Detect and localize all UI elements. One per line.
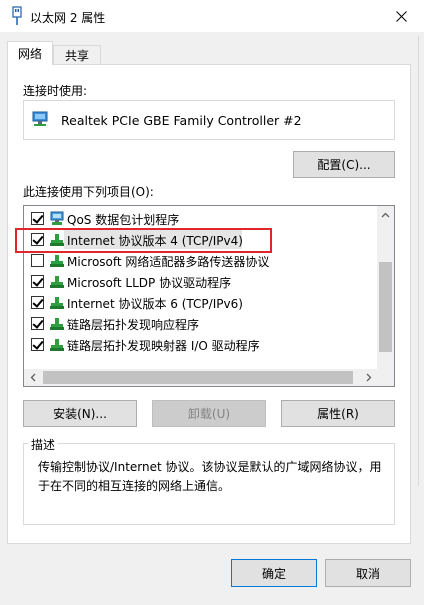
vertical-scrollbar[interactable] — [377, 206, 394, 369]
tab-network[interactable]: 网络 — [7, 41, 53, 65]
uninstall-button-label: 卸载(U) — [187, 407, 231, 421]
install-button[interactable]: 安装(N)... — [23, 400, 137, 427]
item-label: Microsoft 网络适配器多路传送器协议 — [67, 255, 270, 269]
scroll-right-arrow[interactable] — [360, 369, 377, 386]
configure-button[interactable]: 配置(C)... — [293, 151, 395, 178]
properties-button[interactable]: 属性(R) — [281, 400, 395, 427]
tab-sharing-label: 共享 — [64, 49, 89, 63]
network-protocol-icon — [50, 297, 64, 309]
tab-sharing[interactable]: 共享 — [53, 45, 101, 65]
title-bar: 以太网 2 属性 — [0, 0, 424, 32]
uninstall-button[interactable]: 卸载(U) — [152, 400, 266, 427]
horizontal-scrollbar[interactable] — [24, 369, 394, 386]
list-item[interactable]: 链路层拓扑发现响应程序 — [24, 313, 376, 334]
list-item[interactable]: Microsoft LLDP 协议驱动程序 — [24, 271, 376, 292]
window-title: 以太网 2 属性 — [30, 11, 106, 25]
ok-button[interactable]: 确定 — [231, 559, 317, 587]
network-protocol-icon — [50, 276, 64, 288]
item-label: Internet 协议版本 6 (TCP/IPv6) — [67, 297, 243, 311]
item-checkbox[interactable] — [31, 317, 44, 330]
scroll-left-arrow[interactable] — [24, 369, 41, 386]
item-checkbox[interactable] — [31, 338, 44, 351]
close-button[interactable] — [378, 0, 424, 32]
item-label: Microsoft LLDP 协议驱动程序 — [67, 276, 232, 290]
install-button-label: 安装(N)... — [53, 407, 107, 421]
network-protocol-icon — [50, 255, 64, 267]
scroll-up-arrow[interactable] — [377, 206, 394, 223]
item-label: 链路层拓扑发现响应程序 — [67, 318, 200, 332]
list-item[interactable]: QoS 数据包计划程序 — [24, 208, 376, 229]
item-checkbox[interactable] — [31, 212, 44, 225]
list-item[interactable]: 链路层拓扑发现映射器 I/O 驱动程序 — [24, 334, 376, 355]
horizontal-scroll-thumb[interactable] — [43, 371, 353, 384]
cancel-button-label: 取消 — [355, 566, 380, 581]
adapter-name: Realtek PCIe GBE Family Controller #2 — [61, 113, 302, 128]
item-label: QoS 数据包计划程序 — [67, 213, 180, 227]
properties-button-label: 属性(R) — [317, 407, 359, 421]
tab-network-label: 网络 — [17, 47, 42, 61]
list-item[interactable]: Microsoft 网络适配器多路传送器协议 — [24, 250, 376, 271]
network-protocol-icon — [50, 339, 64, 351]
chevron-left-icon — [30, 373, 35, 382]
cancel-button[interactable]: 取消 — [325, 559, 411, 587]
configure-button-label: 配置(C)... — [317, 158, 371, 172]
item-checkbox[interactable] — [31, 296, 44, 309]
item-checkbox[interactable] — [31, 275, 44, 288]
list-item[interactable]: Internet 协议版本 6 (TCP/IPv6) — [24, 292, 376, 313]
chevron-right-icon — [366, 373, 371, 382]
description-text: 传输控制协议/Internet 协议。该协议是默认的广域网络协议，用于在不同的相… — [38, 460, 382, 493]
chevron-up-icon — [381, 212, 390, 217]
vertical-scroll-thumb[interactable] — [379, 262, 392, 352]
window-edge — [418, 36, 419, 486]
ok-button-label: 确定 — [261, 566, 286, 581]
connect-using-label: 连接时使用: — [23, 84, 88, 98]
item-checkbox[interactable] — [31, 254, 44, 267]
description-title: 描述 — [28, 436, 59, 453]
highlight-annotation-box — [15, 228, 272, 253]
network-protocol-icon — [50, 318, 64, 330]
properties-dialog: 以太网 2 属性 网络 共享 连接时使用: Realtek PCIe GBE F… — [0, 0, 424, 605]
item-label: 链路层拓扑发现映射器 I/O 驱动程序 — [67, 339, 260, 353]
close-icon — [395, 10, 407, 22]
network-adapter-icon — [12, 6, 22, 25]
qos-scheduler-icon — [50, 211, 64, 225]
network-card-icon — [32, 111, 48, 126]
components-label: 此连接使用下列项目(O): — [23, 185, 154, 199]
adapter-display: Realtek PCIe GBE Family Controller #2 — [23, 100, 395, 140]
